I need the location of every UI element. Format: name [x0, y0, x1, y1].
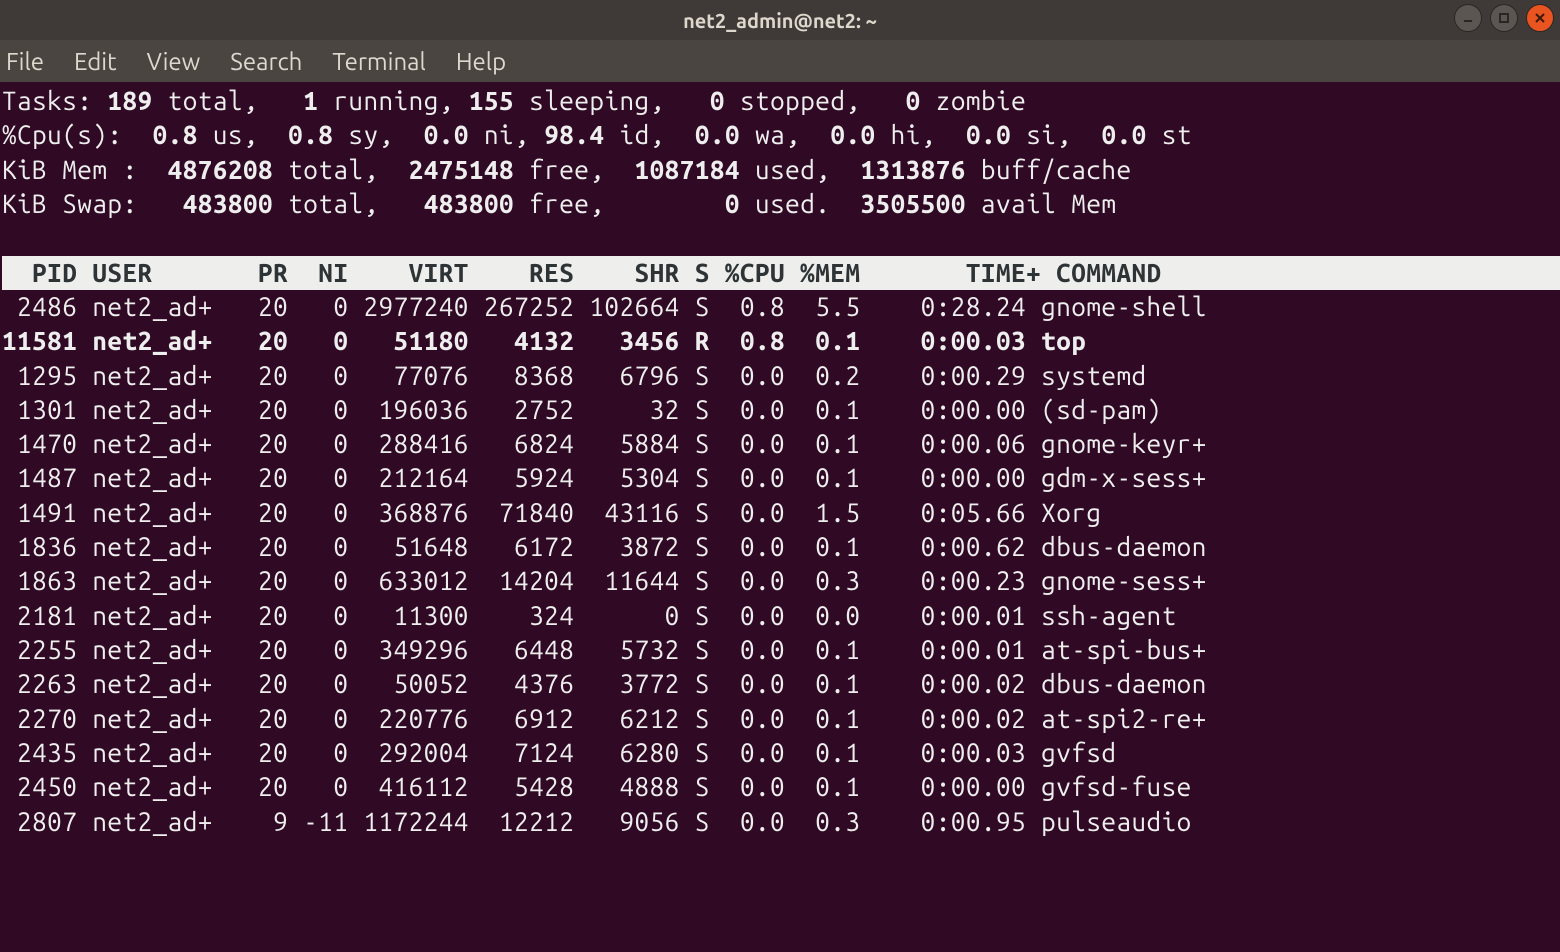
menu-help[interactable]: Help — [456, 48, 506, 75]
process-row: 2435 net2_ad+ 20 0 292004 7124 6280 S 0.… — [2, 736, 1560, 770]
window-titlebar: net2_admin@net2: ~ — [0, 0, 1560, 40]
process-row: 1863 net2_ad+ 20 0 633012 14204 11644 S … — [2, 564, 1560, 598]
menu-view[interactable]: View — [147, 48, 201, 75]
process-row: 2486 net2_ad+ 20 0 2977240 267252 102664… — [2, 290, 1560, 324]
summary-mem: KiB Mem : 4876208 total, 2475148 free, 1… — [2, 153, 1560, 187]
process-row: 1836 net2_ad+ 20 0 51648 6172 3872 S 0.0… — [2, 530, 1560, 564]
process-row: 1301 net2_ad+ 20 0 196036 2752 32 S 0.0 … — [2, 393, 1560, 427]
menu-terminal[interactable]: Terminal — [332, 48, 425, 75]
process-header: PID USER PR NI VIRT RES SHR S %CPU %MEM … — [2, 256, 1560, 290]
close-button[interactable] — [1526, 4, 1554, 32]
terminal-output[interactable]: Tasks: 189 total, 1 running, 155 sleepin… — [0, 82, 1560, 839]
process-row: 1487 net2_ad+ 20 0 212164 5924 5304 S 0.… — [2, 461, 1560, 495]
window-controls — [1454, 4, 1554, 32]
process-row: 2807 net2_ad+ 9 -11 1172244 12212 9056 S… — [2, 805, 1560, 839]
process-row: 1470 net2_ad+ 20 0 288416 6824 5884 S 0.… — [2, 427, 1560, 461]
process-row: 1295 net2_ad+ 20 0 77076 8368 6796 S 0.0… — [2, 359, 1560, 393]
process-row: 11581 net2_ad+ 20 0 51180 4132 3456 R 0.… — [2, 324, 1560, 358]
menu-file[interactable]: File — [6, 48, 44, 75]
process-row: 2270 net2_ad+ 20 0 220776 6912 6212 S 0.… — [2, 702, 1560, 736]
process-row: 2263 net2_ad+ 20 0 50052 4376 3772 S 0.0… — [2, 667, 1560, 701]
summary-cpu: %Cpu(s): 0.8 us, 0.8 sy, 0.0 ni, 98.4 id… — [2, 118, 1560, 152]
summary-swap: KiB Swap: 483800 total, 483800 free, 0 u… — [2, 187, 1560, 221]
maximize-button[interactable] — [1490, 4, 1518, 32]
process-row: 2450 net2_ad+ 20 0 416112 5428 4888 S 0.… — [2, 770, 1560, 804]
process-row: 1491 net2_ad+ 20 0 368876 71840 43116 S … — [2, 496, 1560, 530]
menu-search[interactable]: Search — [230, 48, 302, 75]
menu-edit[interactable]: Edit — [74, 48, 117, 75]
summary-tasks: Tasks: 189 total, 1 running, 155 sleepin… — [2, 84, 1560, 118]
process-row: 2255 net2_ad+ 20 0 349296 6448 5732 S 0.… — [2, 633, 1560, 667]
minimize-button[interactable] — [1454, 4, 1482, 32]
blank-line — [2, 221, 1560, 255]
window-title: net2_admin@net2: ~ — [683, 9, 877, 32]
menu-bar: File Edit View Search Terminal Help — [0, 40, 1560, 82]
process-row: 2181 net2_ad+ 20 0 11300 324 0 S 0.0 0.0… — [2, 599, 1560, 633]
